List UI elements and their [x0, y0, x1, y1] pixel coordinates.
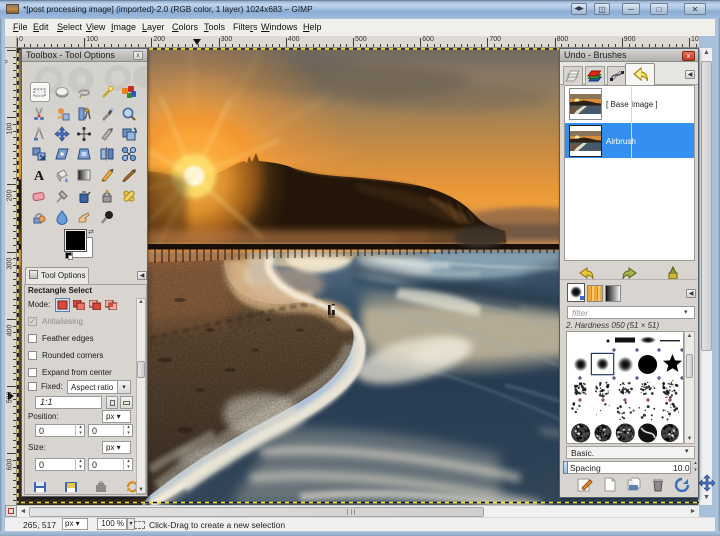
svg-text:A: A: [34, 169, 45, 183]
